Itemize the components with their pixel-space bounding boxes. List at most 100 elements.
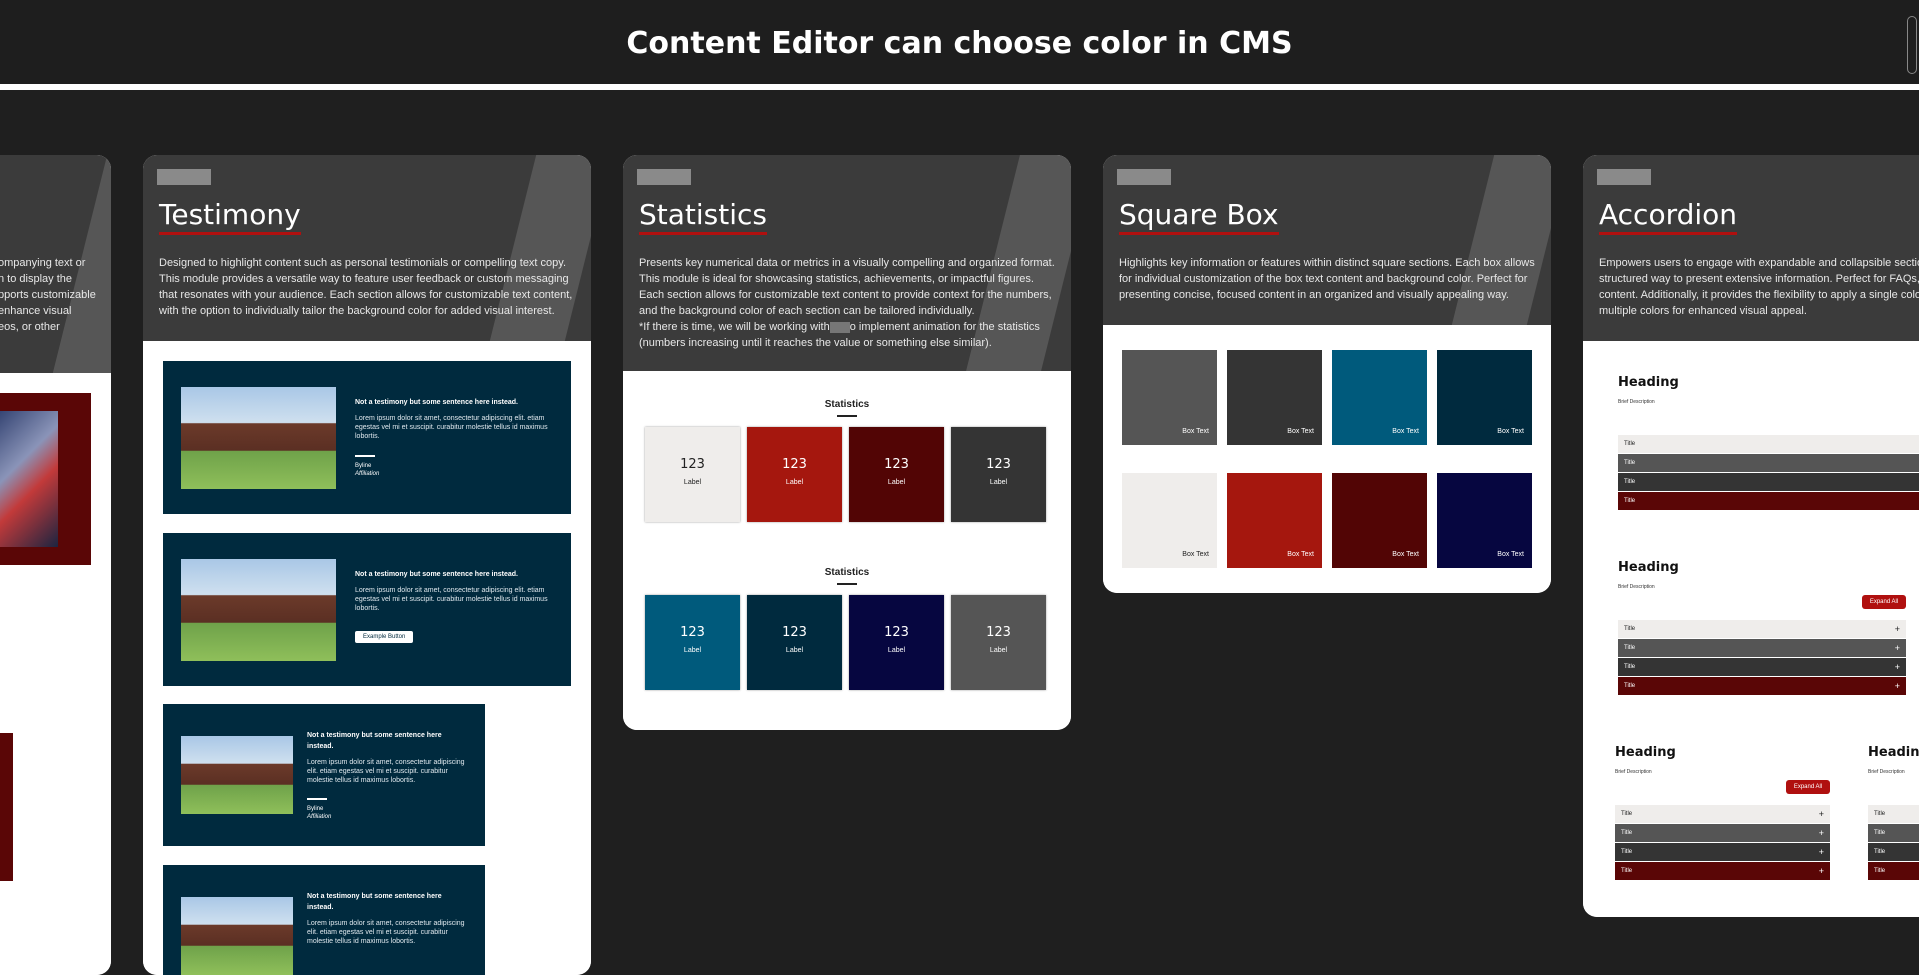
card-body: Box Text Box Text Box Text Box Text Box Tex…: [1103, 325, 1551, 593]
card-tag: [157, 169, 211, 185]
stat-number: 123: [986, 457, 1011, 472]
card-header: Square Box Highlights key information or…: [1103, 155, 1551, 325]
plus-icon[interactable]: +: [1819, 824, 1824, 842]
stat-label: Label: [989, 479, 1008, 486]
card-title: Square Box: [1119, 199, 1279, 235]
accordion-row[interactable]: Title: [1618, 473, 1919, 491]
accordion-row[interactable]: Title: [1618, 454, 1919, 472]
card-body: [0, 373, 111, 975]
stat-number: 123: [680, 457, 705, 472]
accordion-row[interactable]: Title +: [1615, 862, 1830, 880]
photo-frame: [0, 393, 91, 565]
square-box-text: Box Text: [1287, 551, 1314, 558]
accordion-row-title: Title: [1624, 683, 1636, 689]
event-photo: [0, 411, 58, 547]
accordion-row[interactable]: Title +: [1615, 805, 1830, 823]
testimony-item: Not a testimony but some sentence here i…: [163, 533, 571, 686]
accordion-row[interactable]: Title +: [1615, 843, 1830, 861]
stat-number: 123: [884, 625, 909, 640]
affiliation: Affiliation: [355, 471, 380, 477]
plus-icon[interactable]: +: [1895, 658, 1900, 676]
accordion-heading: Heading: [1615, 745, 1676, 760]
stats-heading-rule: [837, 583, 857, 585]
desc-line: ompanying text or: [0, 257, 86, 269]
accordion-row[interactable]: Title +: [1618, 620, 1906, 638]
accordion-heading: Heading: [1618, 560, 1679, 575]
byline: Byline: [355, 463, 372, 469]
accordion-row[interactable]: Title: [1868, 843, 1919, 861]
accordion-row[interactable]: Title: [1868, 805, 1919, 823]
square-box-text: Box Text: [1287, 428, 1314, 435]
testimony-quote: Not a testimony but some sentence here i…: [307, 893, 442, 911]
card-header: ompanying text or n to display the pport…: [0, 155, 111, 373]
accordion-row[interactable]: Title: [1868, 862, 1919, 880]
scrollbar-handle[interactable]: [1907, 16, 1917, 74]
byline: Byline: [307, 806, 324, 812]
card-description: Empowers users to engage with expandable…: [1599, 257, 1919, 317]
accordion-row[interactable]: Title +: [1618, 658, 1906, 676]
square-box-text: Box Text: [1497, 551, 1524, 558]
accordion-row[interactable]: Title +: [1618, 639, 1906, 657]
building-photo: [181, 736, 293, 814]
card-body: Heading Brief Description Title Title Titl…: [1583, 341, 1919, 917]
accordion-row[interactable]: Title: [1868, 824, 1919, 842]
expand-all-button[interactable]: Expand All: [1862, 595, 1906, 609]
stat-number: 123: [782, 457, 807, 472]
plus-icon[interactable]: +: [1895, 639, 1900, 657]
accordion-row-title: Title: [1624, 498, 1636, 504]
accordion-heading: Heading: [1868, 745, 1919, 760]
building-photo: [181, 897, 293, 975]
plus-icon[interactable]: +: [1819, 843, 1824, 861]
accordion-row-title: Title: [1621, 830, 1633, 836]
card-header: Statistics Presents key numerical data o…: [623, 155, 1071, 371]
testimony-item: Not a testimony but some sentence here i…: [163, 361, 571, 514]
accordion-row-title: Title: [1624, 479, 1636, 485]
stat-label: Label: [989, 647, 1008, 654]
plus-icon[interactable]: +: [1895, 677, 1900, 695]
plus-icon[interactable]: +: [1895, 620, 1900, 638]
square-box: Box Text: [1122, 350, 1217, 445]
accordion-row[interactable]: Title: [1618, 492, 1919, 510]
accordion-row[interactable]: Title +: [1618, 677, 1906, 695]
plus-icon[interactable]: +: [1819, 805, 1824, 823]
description-text: Presents key numerical data or metrics i…: [639, 257, 1055, 317]
square-box: Box Text: [1332, 473, 1427, 568]
stat-number: 123: [884, 457, 909, 472]
page-title: Content Editor can choose color in CMS: [626, 26, 1293, 61]
square-box-text: Box Text: [1392, 551, 1419, 558]
stat-number: 123: [680, 625, 705, 640]
stats-section-heading: Statistics: [824, 399, 870, 410]
stat-number: 123: [782, 625, 807, 640]
accordion-row-title: Title: [1621, 868, 1633, 874]
card-header: Accordion Empowers users to engage with …: [1583, 155, 1919, 341]
accordion-row[interactable]: Title +: [1615, 824, 1830, 842]
stat-label: Label: [683, 479, 702, 486]
statistics-card: Statistics Presents key numerical data o…: [623, 155, 1071, 730]
square-box: Box Text: [1437, 350, 1532, 445]
card-title: Accordion: [1599, 199, 1738, 235]
stat-label: Label: [683, 647, 702, 654]
card-tag: [1117, 169, 1171, 185]
stats-section-heading: Statistics: [824, 567, 870, 578]
accordion-heading: Heading: [1618, 375, 1679, 390]
accordion-row-title: Title: [1624, 460, 1636, 466]
title-divider: [0, 84, 1919, 90]
stat-number: 123: [986, 625, 1011, 640]
expand-all-button[interactable]: Expand All: [1786, 780, 1830, 794]
accordion-row-title: Title: [1624, 664, 1636, 670]
accordion-row[interactable]: Title: [1618, 435, 1919, 453]
square-box-text: Box Text: [1497, 428, 1524, 435]
plus-icon[interactable]: +: [1819, 862, 1824, 880]
stat-box: 123 Label: [849, 427, 944, 522]
example-button[interactable]: Example Button: [355, 631, 414, 643]
stat-box: 123 Label: [645, 427, 740, 522]
accordion-row-title: Title: [1621, 849, 1633, 855]
accordion-row-title: Title: [1621, 811, 1633, 817]
square-box: Box Text: [1332, 350, 1427, 445]
accordion-brief: Brief Description: [1868, 769, 1905, 775]
accordion-row-title: Title: [1874, 830, 1886, 836]
card-description: ompanying text or n to display the pport…: [0, 255, 96, 335]
square-box: Box Text: [1122, 473, 1217, 568]
byline-divider: [307, 798, 327, 800]
left-partial-card: ompanying text or n to display the pport…: [0, 155, 111, 975]
